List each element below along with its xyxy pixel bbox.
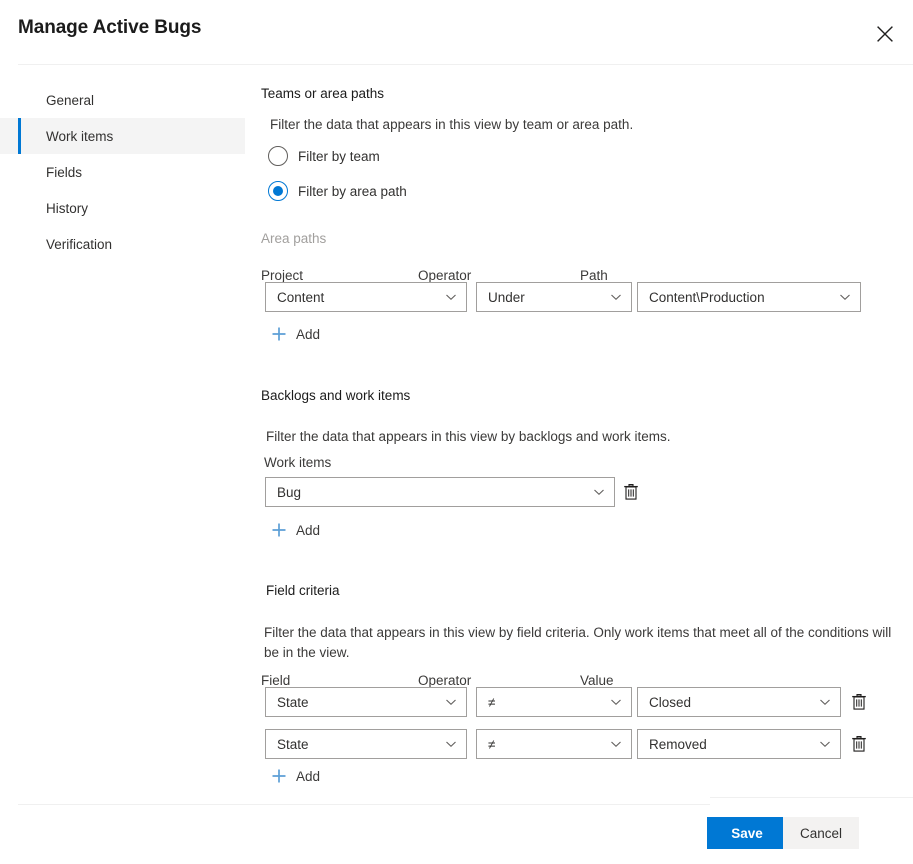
radio-label: Filter by team <box>298 148 380 164</box>
sidebar-item-label: Work items <box>46 128 114 144</box>
area-paths-column-path: Path <box>580 268 608 283</box>
chevron-down-icon <box>820 741 830 748</box>
header-divider <box>18 64 913 65</box>
chevron-down-icon <box>611 741 621 748</box>
sidebar-item-label: Verification <box>46 236 113 252</box>
area-path-path-dropdown[interactable]: Content\Production <box>637 282 861 312</box>
chevron-down-icon <box>820 699 830 706</box>
dropdown-value: State <box>277 694 309 710</box>
sidebar-nav: General Work items Fields History Verifi… <box>0 82 245 262</box>
field-criteria-field-dropdown[interactable]: State <box>265 729 467 759</box>
cancel-button[interactable]: Cancel <box>783 817 859 849</box>
field-criteria-description: Filter the data that appears in this vie… <box>264 625 892 660</box>
work-items-dropdown[interactable]: Bug <box>265 477 615 507</box>
sidebar-item-work-items[interactable]: Work items <box>0 118 245 154</box>
trash-icon <box>624 483 638 500</box>
field-criteria-operator-dropdown[interactable]: ≠ <box>476 729 632 759</box>
add-label: Add <box>296 768 321 784</box>
delete-work-item-button[interactable] <box>622 482 640 502</box>
field-criteria-operator-dropdown[interactable]: ≠ <box>476 687 632 717</box>
chevron-down-icon <box>446 294 456 301</box>
sidebar-item-general[interactable]: General <box>0 82 245 118</box>
plus-icon <box>272 769 286 783</box>
plus-icon <box>272 327 286 341</box>
dropdown-value: Removed <box>649 736 707 752</box>
radio-indicator <box>268 181 288 201</box>
work-items-field-label: Work items <box>264 455 332 470</box>
dropdown-value: Content <box>277 289 325 305</box>
dropdown-value: Closed <box>649 694 692 710</box>
close-button[interactable] <box>867 16 903 52</box>
chevron-down-icon <box>446 741 456 748</box>
add-area-path-button[interactable]: Add <box>271 326 320 342</box>
radio-filter-by-team[interactable]: Filter by team <box>268 146 380 166</box>
sidebar-item-verification[interactable]: Verification <box>0 226 245 262</box>
field-criteria-value-dropdown[interactable]: Removed <box>637 729 841 759</box>
chevron-down-icon <box>446 699 456 706</box>
area-path-operator-dropdown[interactable]: Under <box>476 282 632 312</box>
dropdown-value: ≠ <box>488 736 496 752</box>
chevron-down-icon <box>611 294 621 301</box>
add-label: Add <box>296 522 321 538</box>
add-work-item-button[interactable]: Add <box>271 522 320 538</box>
radio-filter-by-area-path[interactable]: Filter by area path <box>268 181 407 201</box>
delete-field-criteria-button[interactable] <box>850 692 868 712</box>
sidebar-item-history[interactable]: History <box>0 190 245 226</box>
chevron-down-icon <box>611 699 621 706</box>
sidebar-item-fields[interactable]: Fields <box>0 154 245 190</box>
area-paths-column-operator: Operator <box>418 268 472 283</box>
chevron-down-icon <box>594 489 604 496</box>
radio-label: Filter by area path <box>298 183 407 199</box>
field-criteria-value-dropdown[interactable]: Closed <box>637 687 841 717</box>
footer-actions: Save Cancel <box>557 805 859 864</box>
area-paths-label: Area paths <box>261 231 327 246</box>
field-criteria-column-value: Value <box>580 673 614 688</box>
teams-or-area-paths-title: Teams or area paths <box>261 86 385 101</box>
sidebar-item-label: History <box>46 200 89 216</box>
add-field-criteria-button[interactable]: Add <box>271 768 320 784</box>
field-criteria-title: Field criteria <box>266 583 340 598</box>
trash-icon <box>852 693 866 710</box>
area-path-project-dropdown[interactable]: Content <box>265 282 467 312</box>
trash-icon <box>852 735 866 752</box>
dropdown-value: State <box>277 736 309 752</box>
save-button[interactable]: Save <box>707 817 787 849</box>
field-criteria-field-dropdown[interactable]: State <box>265 687 467 717</box>
dropdown-value: Bug <box>277 484 302 500</box>
dropdown-value: Under <box>488 289 525 305</box>
page-title: Manage Active Bugs <box>18 17 202 38</box>
teams-or-area-paths-description: Filter the data that appears in this vie… <box>270 117 634 132</box>
chevron-down-icon <box>840 294 850 301</box>
manage-active-bugs-dialog: Manage Active Bugs General Work items Fi… <box>0 0 913 864</box>
footer-divider-right <box>710 797 913 798</box>
sidebar-item-label: General <box>46 92 95 108</box>
backlogs-description: Filter the data that appears in this vie… <box>266 429 671 444</box>
plus-icon <box>272 523 286 537</box>
dropdown-value: Content\Production <box>649 289 765 305</box>
dialog-header: Manage Active Bugs <box>0 0 913 65</box>
add-label: Add <box>296 326 321 342</box>
dialog-footer: Save Cancel <box>0 805 913 864</box>
area-paths-column-project: Project <box>261 268 304 283</box>
sidebar-item-label: Fields <box>46 164 83 180</box>
field-criteria-column-field: Field <box>261 673 291 688</box>
close-icon <box>875 24 895 44</box>
dropdown-value: ≠ <box>488 694 496 710</box>
field-criteria-column-operator: Operator <box>418 673 472 688</box>
delete-field-criteria-button[interactable] <box>850 734 868 754</box>
radio-indicator <box>268 146 288 166</box>
backlogs-title: Backlogs and work items <box>261 388 411 403</box>
